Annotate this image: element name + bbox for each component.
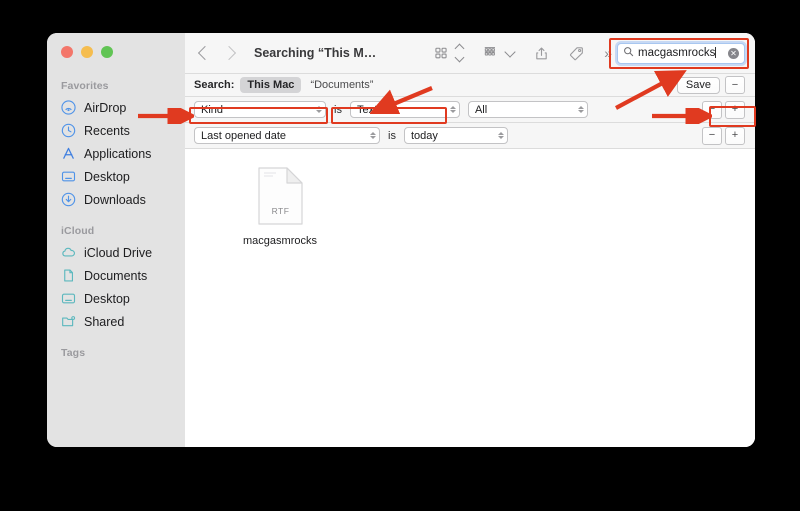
popup-arrows-icon bbox=[449, 106, 456, 113]
criteria-row: Kind is Text All − + bbox=[185, 97, 755, 123]
sidebar-item-label: Documents bbox=[84, 268, 148, 283]
desktop-icon bbox=[61, 169, 76, 184]
group-by-icon[interactable] bbox=[481, 42, 500, 64]
search-scope-bar: Search: This Mac “Documents” Save − bbox=[185, 73, 755, 97]
navigation-buttons bbox=[197, 45, 237, 61]
sidebar-item-applications[interactable]: Applications bbox=[47, 142, 185, 165]
airdrop-icon bbox=[61, 100, 76, 115]
svg-text:RTF: RTF bbox=[271, 206, 289, 216]
chevron-down-icon[interactable] bbox=[504, 42, 516, 64]
sidebar-item-label: Recents bbox=[84, 123, 130, 138]
desktop-icon bbox=[61, 291, 76, 306]
sidebar-item-recents[interactable]: Recents bbox=[47, 119, 185, 142]
text-caret bbox=[715, 47, 717, 58]
scope-chip-documents[interactable]: “Documents” bbox=[310, 79, 373, 91]
criteria-attribute-label: Kind bbox=[201, 103, 224, 116]
rtf-file-icon: RTF bbox=[238, 166, 322, 230]
popup-arrows-icon bbox=[316, 106, 322, 113]
sidebar-item-desktop[interactable]: Desktop bbox=[47, 165, 185, 188]
sidebar-item-airdrop[interactable]: AirDrop bbox=[47, 96, 185, 119]
scope-chip-this-mac[interactable]: This Mac bbox=[240, 77, 302, 93]
sidebar-item-icloud-drive[interactable]: iCloud Drive bbox=[47, 241, 185, 264]
criteria-value-label: Text bbox=[356, 103, 378, 116]
chevrons-right-icon[interactable]: » bbox=[602, 45, 613, 61]
search-icon bbox=[623, 44, 634, 62]
sidebar-item-shared[interactable]: Shared bbox=[47, 310, 185, 333]
chevron-up-down-icon[interactable] bbox=[454, 42, 465, 64]
download-circle-icon bbox=[61, 192, 76, 207]
criteria-attribute-label: Last opened date bbox=[201, 129, 287, 142]
close-button[interactable] bbox=[61, 46, 73, 58]
save-button[interactable]: Save bbox=[676, 76, 720, 94]
scope-remove-button[interactable]: − bbox=[725, 76, 745, 94]
search-input[interactable]: macgasmrocks ✕ bbox=[617, 42, 745, 64]
list-item[interactable]: RTF macgasmrocks bbox=[238, 166, 322, 247]
criteria-add-remove: − + bbox=[702, 126, 745, 145]
criteria-attribute-popup[interactable]: Last opened date bbox=[194, 127, 380, 144]
search-value: macgasmrocks bbox=[638, 47, 717, 59]
sidebar-item-label: Desktop bbox=[84, 169, 130, 184]
criteria-value-popup[interactable]: today bbox=[403, 127, 508, 144]
popup-arrows-icon bbox=[577, 106, 584, 113]
chevron-left-icon[interactable] bbox=[197, 45, 213, 61]
group-by-group bbox=[481, 42, 516, 64]
criteria-add-button[interactable]: + bbox=[725, 126, 745, 145]
popup-arrows-icon bbox=[497, 132, 504, 139]
page-title: Searching “This M… bbox=[254, 46, 377, 60]
applications-icon bbox=[61, 146, 76, 161]
criteria-row: Last opened date is today − + bbox=[185, 123, 755, 149]
criteria-add-remove: − + bbox=[702, 100, 745, 119]
view-options-group bbox=[432, 42, 465, 64]
file-name-label: macgasmrocks bbox=[243, 235, 317, 247]
criteria-value-popup[interactable]: Text bbox=[349, 101, 460, 118]
scope-label: Search: bbox=[194, 79, 235, 91]
clock-icon bbox=[61, 123, 76, 138]
criteria-add-button[interactable]: + bbox=[725, 100, 745, 119]
clear-circle-icon[interactable]: ✕ bbox=[728, 47, 739, 59]
grid-view-icon[interactable] bbox=[432, 42, 450, 64]
zoom-button[interactable] bbox=[101, 46, 113, 58]
popup-arrows-icon bbox=[370, 132, 376, 139]
toolbar: Searching “This M… » macgasmrocks ✕ bbox=[185, 33, 755, 73]
sidebar-item-label: Shared bbox=[84, 314, 125, 329]
criteria-value-label: today bbox=[410, 129, 438, 142]
sidebar-group-favorites-title: Favorites bbox=[61, 80, 109, 92]
tag-icon[interactable] bbox=[567, 42, 586, 64]
window-controls bbox=[61, 46, 113, 58]
screenshot-root: Favorites AirDrop Recents Applications D… bbox=[0, 0, 800, 511]
sidebar-item-label: Downloads bbox=[84, 192, 146, 207]
chevron-right-icon[interactable] bbox=[221, 45, 237, 61]
share-icon[interactable] bbox=[532, 42, 551, 64]
main-pane: Searching “This M… » macgasmrocks ✕ Sear… bbox=[185, 33, 755, 447]
sidebar-item-downloads[interactable]: Downloads bbox=[47, 188, 185, 211]
sidebar-list: Favorites AirDrop Recents Applications D… bbox=[47, 74, 185, 363]
file-list-area: RTF macgasmrocks bbox=[185, 149, 755, 446]
sidebar-item-label: iCloud Drive bbox=[84, 245, 153, 260]
minimize-button[interactable] bbox=[81, 46, 93, 58]
sidebar-item-icloud-desktop[interactable]: Desktop bbox=[47, 287, 185, 310]
sidebar-item-label: AirDrop bbox=[84, 100, 127, 115]
sidebar-item-label: Desktop bbox=[84, 291, 130, 306]
sidebar-item-documents[interactable]: Documents bbox=[47, 264, 185, 287]
criteria-extra-popup[interactable]: All bbox=[467, 101, 588, 118]
criteria-operator: is bbox=[334, 103, 342, 116]
sidebar-item-label: Applications bbox=[84, 146, 152, 161]
shared-folder-icon bbox=[61, 314, 76, 329]
criteria-remove-button[interactable]: − bbox=[702, 100, 722, 119]
sidebar: Favorites AirDrop Recents Applications D… bbox=[47, 33, 185, 447]
criteria-remove-button[interactable]: − bbox=[702, 126, 722, 145]
sidebar-group-icloud-title: iCloud bbox=[61, 225, 95, 237]
cloud-icon bbox=[61, 245, 76, 260]
criteria-attribute-popup[interactable]: Kind bbox=[194, 101, 326, 118]
document-icon bbox=[61, 268, 76, 283]
finder-window: Favorites AirDrop Recents Applications D… bbox=[47, 33, 755, 447]
criteria-extra-label: All bbox=[474, 103, 488, 116]
sidebar-group-tags-title: Tags bbox=[61, 347, 86, 359]
criteria-operator: is bbox=[388, 129, 396, 142]
